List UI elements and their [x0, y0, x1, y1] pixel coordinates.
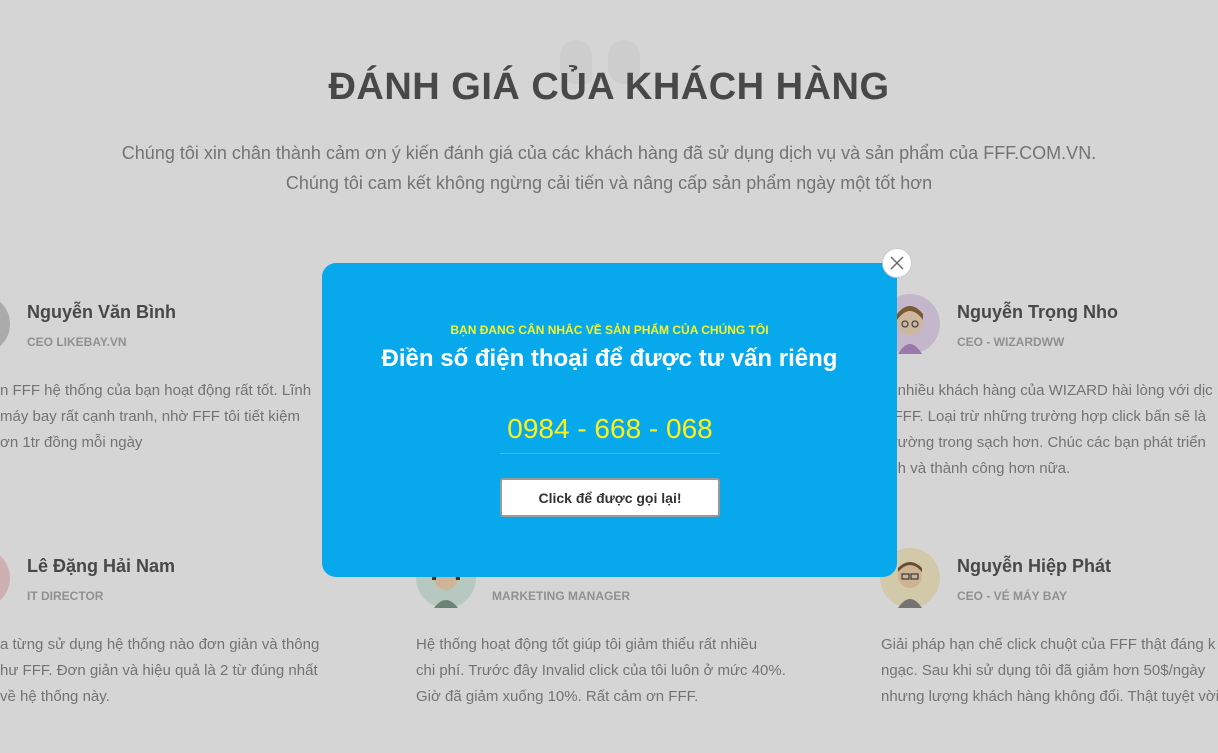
modal-heading: Điền số điện thoại để được tư vấn riêng: [381, 345, 838, 372]
callback-button[interactable]: Click để được gọi lại!: [500, 478, 720, 517]
close-button[interactable]: [882, 248, 912, 278]
callback-modal: BẠN ĐANG CÂN NHẮC VỀ SẢN PHẨM CỦA CHÚNG …: [322, 263, 897, 577]
phone-number: 0984 - 668 - 068: [500, 413, 720, 454]
modal-kicker: BẠN ĐANG CÂN NHẮC VỀ SẢN PHẨM CỦA CHÚNG …: [450, 323, 769, 337]
close-icon: [890, 256, 904, 270]
